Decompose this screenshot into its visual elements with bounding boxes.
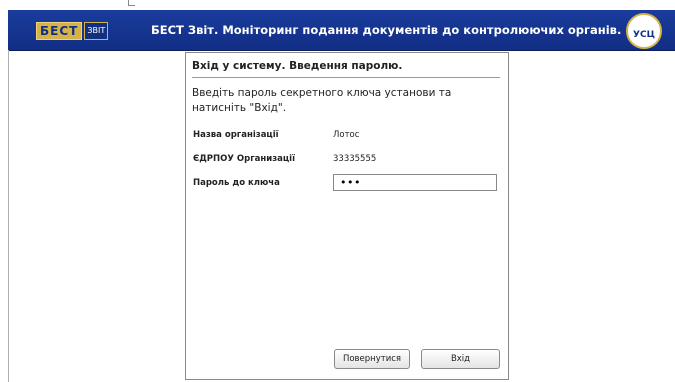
edrpou-label: ЄДРПОУ Организації (193, 154, 296, 164)
org-name-label: Назва організації (193, 130, 279, 140)
corner-tick (128, 0, 135, 6)
dialog-title: Вхід у систему. Введення паролю. (192, 60, 403, 72)
org-name-value: Лотос (333, 130, 360, 140)
password-label: Пароль до ключа (193, 178, 280, 188)
dialog-instructions: Введіть пароль секретного ключа установи… (192, 87, 452, 114)
password-input[interactable]: ••• (333, 174, 497, 191)
edrpou-value: 33335555 (333, 154, 377, 164)
usc-seal-text: УСЦ (633, 29, 655, 40)
window-top-edge (0, 0, 675, 10)
left-border (8, 50, 9, 382)
zvit-logo-text: ЗВІТ (84, 22, 109, 40)
enter-button[interactable]: Вхід (421, 349, 500, 369)
app-header: БЕСТ ЗВІТ БЕСТ Звіт. Моніторинг подання … (8, 10, 675, 51)
best-logo: БЕСТ ЗВІТ (36, 22, 109, 40)
back-button[interactable]: Повернутися (334, 349, 410, 369)
app-title: БЕСТ Звіт. Моніторинг подання документів… (151, 23, 622, 37)
title-divider (192, 77, 500, 78)
best-logo-text: БЕСТ (36, 22, 83, 40)
usc-seal-icon: УСЦ (626, 13, 662, 49)
login-dialog: Вхід у систему. Введення паролю. Введіть… (185, 52, 509, 380)
